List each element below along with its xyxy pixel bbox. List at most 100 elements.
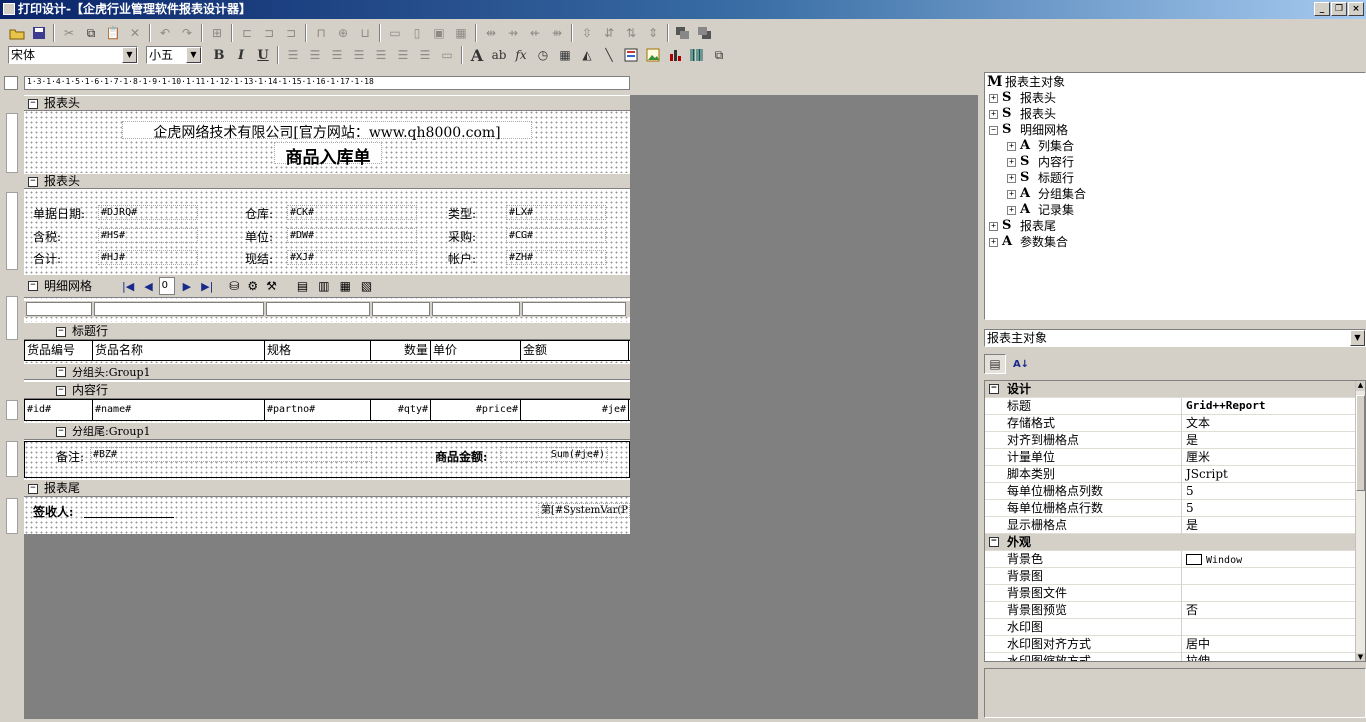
font-size-select[interactable]: 小五 ▼ — [146, 46, 202, 64]
next-record-icon[interactable]: ▶ — [183, 279, 191, 294]
categorized-icon[interactable]: ▤ — [984, 354, 1006, 374]
picture-icon[interactable] — [642, 45, 664, 65]
expand-icon[interactable]: + — [1007, 173, 1016, 183]
record-number-input[interactable]: 0 — [158, 277, 175, 295]
prop-value[interactable]: 5 — [1181, 483, 1357, 500]
v-spacing-equal-icon[interactable]: ⇳ — [576, 23, 598, 43]
col-header-name[interactable]: 货品名称 — [93, 341, 265, 361]
cut-icon[interactable]: ✂ — [58, 23, 80, 43]
label-hs[interactable]: 含税: — [33, 228, 61, 245]
cell-qty[interactable]: #qty# — [371, 400, 431, 420]
prop-value-color[interactable]: Window — [1181, 551, 1357, 568]
prop-row[interactable]: 脚本类别 JScript — [985, 466, 1357, 483]
collapse-icon[interactable]: − — [989, 384, 999, 394]
tree-node[interactable]: + S 内容行 — [1007, 154, 1074, 170]
expand-icon[interactable]: + — [989, 109, 998, 119]
expand-icon[interactable]: + — [1007, 141, 1016, 151]
align-top-icon[interactable]: ⊓ — [310, 23, 332, 43]
label-cg[interactable]: 采购: — [448, 228, 476, 245]
last-record-icon[interactable]: ▶| — [201, 279, 213, 294]
align-middle-icon[interactable]: ⊕ — [332, 23, 354, 43]
prop-value[interactable]: 5 — [1181, 500, 1357, 517]
text-align-right-icon[interactable]: ☰ — [326, 45, 348, 65]
grid-sql-icon[interactable]: ⛁ — [229, 279, 239, 294]
field-lx[interactable]: #LX# — [506, 205, 606, 220]
label-remark[interactable]: 备注: — [56, 448, 84, 465]
collapse-icon[interactable]: − — [989, 537, 999, 547]
col-header-je[interactable]: 金额 — [521, 341, 629, 361]
band-report-footer[interactable]: − 报表尾 — [24, 479, 630, 497]
column-ruler-seg[interactable] — [266, 302, 370, 316]
prop-row[interactable]: 显示栅格点 是 — [985, 517, 1357, 534]
collapse-icon[interactable]: − — [56, 426, 66, 437]
prop-value[interactable]: 文本 — [1181, 415, 1357, 432]
field-total[interactable]: Sum(#je#) — [500, 447, 608, 462]
text-align-center-icon[interactable]: ☰ — [304, 45, 326, 65]
text-valign-top-icon[interactable]: ☰ — [348, 45, 370, 65]
prop-row[interactable]: 水印图缩放方式 拉伸 — [985, 653, 1357, 661]
label-djrq[interactable]: 单据日期: — [33, 205, 85, 222]
delete-icon[interactable]: ✕ — [124, 23, 146, 43]
collapse-icon[interactable]: − — [989, 125, 998, 135]
object-tree[interactable]: M 报表主对象 + S 报表头 + S 报表头 − S 明细网格 + A 列集合 + S 内容行 + S… — [984, 72, 1366, 320]
align-bottom-icon[interactable]: ⊔ — [354, 23, 376, 43]
line-tool-icon[interactable]: ╲ — [598, 45, 620, 65]
field-zh[interactable]: #ZH# — [506, 250, 606, 265]
object-select[interactable]: 报表主对象 ▼ — [984, 329, 1366, 347]
field-hj[interactable]: #HJ# — [98, 250, 198, 265]
expand-icon[interactable]: + — [1007, 157, 1016, 167]
italic-button[interactable]: I — [230, 45, 252, 65]
scroll-up-icon[interactable]: ▲ — [1356, 381, 1365, 391]
col-header-id[interactable]: 货品编号 — [25, 341, 93, 361]
label-xj[interactable]: 现结: — [245, 250, 273, 267]
minimize-button[interactable]: _ — [1314, 2, 1330, 16]
prop-row[interactable]: 背景图文件 — [985, 585, 1357, 602]
prop-value[interactable]: Grid++Report — [1181, 398, 1357, 415]
text-valign-middle-icon[interactable]: ☰ — [370, 45, 392, 65]
column-ruler-seg[interactable] — [522, 302, 626, 316]
h-spacing-remove-icon[interactable]: ⇻ — [546, 23, 568, 43]
tree-node[interactable]: + A 参数集合 — [989, 234, 1068, 250]
scroll-down-icon[interactable]: ▼ — [1356, 653, 1365, 661]
restore-button[interactable]: ❐ — [1331, 2, 1347, 16]
company-label[interactable]: 企虎网络技术有限公司[官方网站：www.qh8000.com] — [122, 121, 532, 141]
label-signer[interactable]: 签收人: — [33, 503, 73, 520]
band-content-row[interactable]: − 内容行 — [24, 381, 630, 399]
collapse-icon[interactable]: − — [56, 385, 66, 396]
prop-row[interactable]: 每单位栅格点列数 5 — [985, 483, 1357, 500]
prop-value[interactable] — [1181, 568, 1357, 585]
prop-value[interactable] — [1181, 585, 1357, 602]
band-report-header-2[interactable]: − 报表头 — [24, 173, 630, 189]
chart-icon[interactable] — [664, 45, 686, 65]
prop-row[interactable]: 标题 Grid++Report — [985, 398, 1357, 415]
text-justify-icon[interactable]: ☰ — [414, 45, 436, 65]
h-spacing-inc-icon[interactable]: ⇸ — [502, 23, 524, 43]
label-total[interactable]: 商品金额: — [435, 448, 487, 465]
expand-icon[interactable]: + — [989, 237, 998, 247]
band-group-header[interactable]: − 分组头:Group1 — [24, 363, 630, 380]
same-size-icon[interactable]: ▣ — [428, 23, 450, 43]
tree-node[interactable]: + S 报表尾 — [989, 218, 1056, 234]
collapse-icon[interactable]: − — [28, 98, 38, 109]
prop-row[interactable]: 存储格式 文本 — [985, 415, 1357, 432]
column-ruler-seg[interactable] — [432, 302, 520, 316]
scroll-thumb[interactable] — [1356, 395, 1365, 491]
expand-icon[interactable]: + — [1007, 189, 1016, 199]
prop-row[interactable]: 对齐到栅格点 是 — [985, 432, 1357, 449]
prop-value[interactable] — [1181, 619, 1357, 636]
same-width-icon[interactable]: ▭ — [384, 23, 406, 43]
v-spacing-dec-icon[interactable]: ⇅ — [620, 23, 642, 43]
field-remark[interactable]: #BZ# — [90, 447, 372, 462]
tree-node[interactable]: + A 列集合 — [1007, 138, 1074, 154]
collapse-icon[interactable]: − — [28, 176, 38, 187]
field-hs[interactable]: #HS# — [98, 228, 198, 243]
title-row[interactable]: 货品编号 货品名称 规格 数量 单价 金额 — [24, 340, 630, 361]
v-spacing-inc-icon[interactable]: ⇵ — [598, 23, 620, 43]
prop-row[interactable]: 背景图预览 否 — [985, 602, 1357, 619]
grid-field-icon[interactable]: ⚙ — [247, 279, 258, 294]
expand-icon[interactable]: + — [1007, 205, 1016, 215]
grid-insert-col-icon[interactable]: ▤ — [297, 279, 308, 294]
property-scrollbar[interactable]: ▲ ▼ — [1355, 381, 1365, 661]
h-spacing-equal-icon[interactable]: ⇹ — [480, 23, 502, 43]
col-header-partno[interactable]: 规格 — [265, 341, 371, 361]
